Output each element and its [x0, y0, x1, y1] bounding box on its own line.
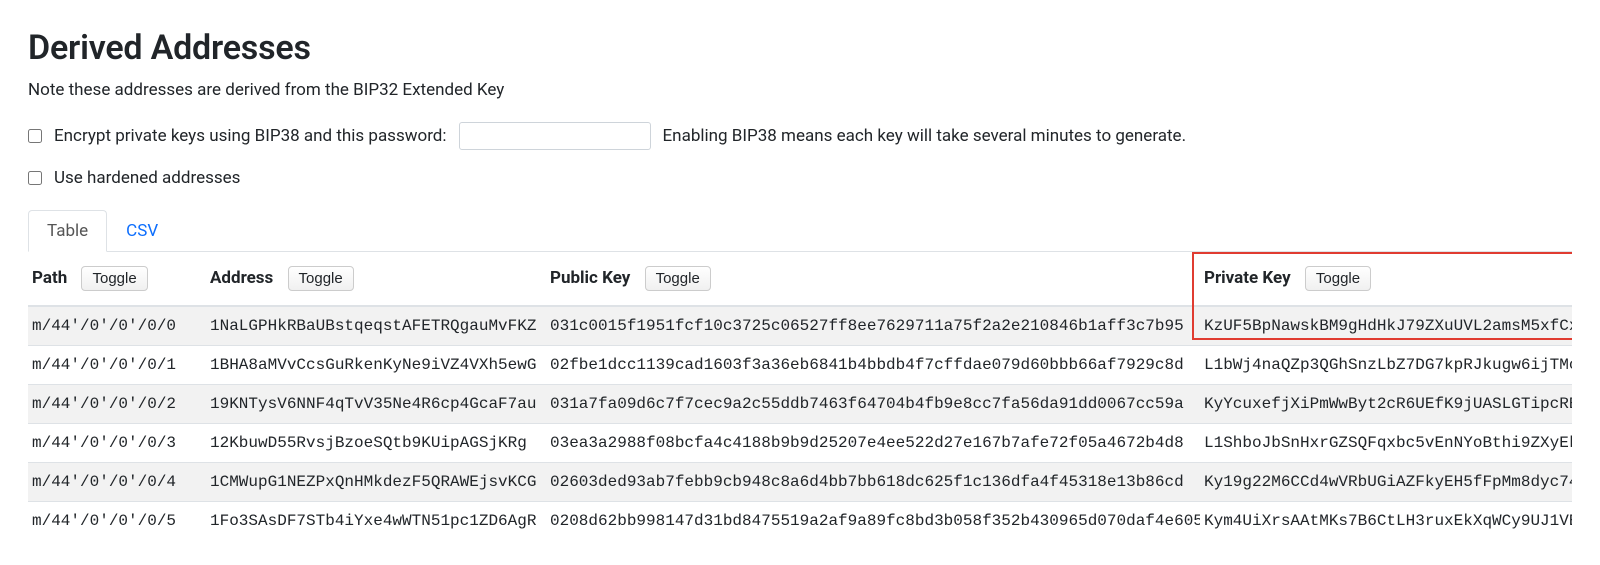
bip38-label-after: Enabling BIP38 means each key will take …: [663, 126, 1187, 146]
table-row: m/44'/0'/0'/0/11BHA8aMVvCcsGuRkenKyNe9iV…: [28, 346, 1572, 385]
cell-pubkey: 0208d62bb998147d31bd8475519a2af9a89fc8bd…: [546, 502, 1200, 541]
hardened-checkbox[interactable]: [28, 171, 42, 185]
cell-path: m/44'/0'/0'/0/1: [28, 346, 206, 385]
cell-address: 1CMWupG1NEZPxQnHMkdezF5QRAWEjsvKCG: [206, 463, 546, 502]
col-header-address-label: Address: [210, 268, 273, 288]
cell-privkey: KyYcuxefjXiPmWwByt2cR6UEfK9jUASLGTipcRB: [1200, 385, 1572, 424]
table-row: m/44'/0'/0'/0/51Fo3SAsDF7STb4iYxe4wWTN51…: [28, 502, 1572, 541]
cell-pubkey: 02603ded93ab7febb9cb948c8a6d4bb7bb618dc6…: [546, 463, 1200, 502]
page-heading: Derived Addresses: [28, 28, 1572, 68]
cell-privkey: L1bWj4naQZp3QGhSnzLbZ7DG7kpRJkugw6ijTMc: [1200, 346, 1572, 385]
col-header-pubkey: Public Key Toggle: [546, 252, 1200, 306]
cell-privkey: Ky19g22M6CCd4wVRbUGiAZFkyEH5fFpMm8dyc74: [1200, 463, 1572, 502]
table-row: m/44'/0'/0'/0/312KbuwD55RvsjBzoeSQtb9KUi…: [28, 424, 1572, 463]
cell-path: m/44'/0'/0'/0/0: [28, 306, 206, 346]
bip38-row: Encrypt private keys using BIP38 and thi…: [28, 122, 1572, 150]
toggle-address-button[interactable]: Toggle: [288, 266, 354, 291]
cell-path: m/44'/0'/0'/0/2: [28, 385, 206, 424]
cell-address: 12KbuwD55RvsjBzoeSQtb9KUipAGSjKRg: [206, 424, 546, 463]
table-wrap: Path Toggle Address Toggle Public Key To…: [28, 252, 1572, 540]
cell-pubkey: 031a7fa09d6c7f7cec9a2c55ddb7463f64704b4f…: [546, 385, 1200, 424]
col-header-pubkey-label: Public Key: [550, 268, 630, 288]
col-header-path-label: Path: [32, 268, 67, 288]
cell-pubkey: 031c0015f1951fcf10c3725c06527ff8ee762971…: [546, 306, 1200, 346]
cell-pubkey: 02fbe1dcc1139cad1603f3a36eb6841b4bbdb4f7…: [546, 346, 1200, 385]
cell-privkey: KzUF5BpNawskBM9gHdHkJ79ZXuUVL2amsM5xfCx: [1200, 306, 1572, 346]
cell-path: m/44'/0'/0'/0/3: [28, 424, 206, 463]
cell-address: 1NaLGPHkRBaUBstqeqstAFETRQgauMvFKZ: [206, 306, 546, 346]
bip38-label-before: Encrypt private keys using BIP38 and thi…: [54, 126, 447, 146]
col-header-privkey: Private Key Toggle: [1200, 252, 1572, 306]
table-row: m/44'/0'/0'/0/41CMWupG1NEZPxQnHMkdezF5QR…: [28, 463, 1572, 502]
cell-address: 19KNTysV6NNF4qTvV35Ne4R6cp4GcaF7au: [206, 385, 546, 424]
cell-pubkey: 03ea3a2988f08bcfa4c4188b9b9d25207e4ee522…: [546, 424, 1200, 463]
derived-addresses-table: Path Toggle Address Toggle Public Key To…: [28, 252, 1572, 540]
hardened-row: Use hardened addresses: [28, 168, 1572, 188]
col-header-privkey-label: Private Key: [1204, 268, 1291, 288]
tab-csv[interactable]: CSV: [107, 210, 177, 252]
col-header-path: Path Toggle: [28, 252, 206, 306]
cell-address: 1BHA8aMVvCcsGuRkenKyNe9iVZ4VXh5ewG: [206, 346, 546, 385]
tabs: Table CSV: [28, 210, 1572, 252]
cell-address: 1Fo3SAsDF7STb4iYxe4wWTN51pc1ZD6AgR: [206, 502, 546, 541]
note-text: Note these addresses are derived from th…: [28, 80, 1572, 100]
cell-privkey: L1ShboJbSnHxrGZSQFqxbc5vEnNYoBthi9ZXyEk: [1200, 424, 1572, 463]
col-header-address: Address Toggle: [206, 252, 546, 306]
tab-table[interactable]: Table: [28, 210, 107, 252]
cell-privkey: Kym4UiXrsAAtMKs7B6CtLH3ruxEkXqWCy9UJ1VE: [1200, 502, 1572, 541]
bip38-checkbox[interactable]: [28, 129, 42, 143]
cell-path: m/44'/0'/0'/0/4: [28, 463, 206, 502]
table-row: m/44'/0'/0'/0/219KNTysV6NNF4qTvV35Ne4R6c…: [28, 385, 1572, 424]
toggle-path-button[interactable]: Toggle: [81, 266, 147, 291]
cell-path: m/44'/0'/0'/0/5: [28, 502, 206, 541]
toggle-privkey-button[interactable]: Toggle: [1305, 266, 1371, 291]
hardened-label: Use hardened addresses: [54, 168, 240, 188]
bip38-password-input[interactable]: [459, 122, 651, 150]
table-row: m/44'/0'/0'/0/01NaLGPHkRBaUBstqeqstAFETR…: [28, 306, 1572, 346]
toggle-pubkey-button[interactable]: Toggle: [645, 266, 711, 291]
